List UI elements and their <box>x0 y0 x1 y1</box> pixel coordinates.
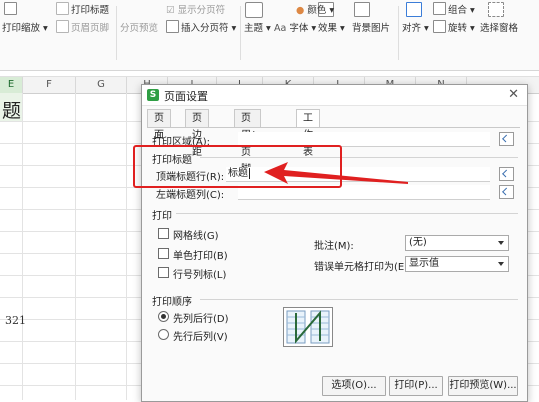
print-scale-icon <box>4 2 19 16</box>
down-then-over-label: 先列后行(D) <box>173 314 229 325</box>
selection-pane-icon <box>488 2 506 18</box>
dialog-title: 页面设置 <box>164 90 208 103</box>
cell-errors-select[interactable]: 显示值 <box>405 256 509 272</box>
over-then-down-label: 先行后列(V) <box>173 332 228 343</box>
options-button[interactable]: 选项(O)... <box>322 376 386 396</box>
print-section-label: 打印 <box>152 211 172 222</box>
page-order-section-label: 打印顺序 <box>152 297 192 308</box>
section-divider <box>200 299 518 300</box>
row-col-headers-label: 行号列标(L) <box>173 270 227 281</box>
dialog-title-bar: S 页面设置 ✕ <box>142 85 527 106</box>
cell-errors-label: 错误单元格打印为(E): <box>314 262 412 273</box>
effects-button[interactable]: 效果 ▾ <box>318 20 345 34</box>
background-image-button[interactable]: 背景图片 <box>352 20 390 34</box>
group-button[interactable]: 组合 ▾ <box>433 2 475 16</box>
color-button[interactable]: ● 颜色 ▾ <box>296 2 334 16</box>
value-cell-text: 321 <box>5 314 26 327</box>
background-image-icon <box>354 2 372 18</box>
column-header[interactable]: E <box>0 77 23 93</box>
align-icon <box>406 2 424 18</box>
chevron-down-icon <box>498 262 504 266</box>
print-scale-button[interactable]: 打印缩放 ▾ <box>2 20 48 34</box>
close-icon[interactable]: ✕ <box>508 87 519 102</box>
theme-button[interactable]: 主题 ▾ <box>244 20 271 34</box>
tab-page[interactable]: 页面 <box>147 109 171 141</box>
tab-sheet[interactable]: 工作表 <box>296 109 320 158</box>
mono-print-checkbox[interactable] <box>158 248 169 259</box>
rotate-icon <box>433 20 446 33</box>
page-setup-dialog: S 页面设置 ✕ 页面 页边距 页眉/页脚 工作表 打印区域(A): 打印标题 … <box>141 84 528 402</box>
print-titles-icon <box>56 2 69 15</box>
ribbon-divider <box>116 6 117 60</box>
print-titles-button[interactable]: 打印标题 <box>56 2 109 16</box>
theme-icon <box>245 2 265 19</box>
selection-pane-button[interactable]: 选择窗格 <box>480 20 518 34</box>
over-then-down-radio[interactable] <box>158 329 169 340</box>
insert-page-break-button[interactable]: 插入分页符 ▾ <box>166 20 236 34</box>
comments-value: (无) <box>409 237 427 248</box>
section-divider <box>176 213 518 214</box>
grid-line <box>22 93 23 400</box>
header-footer-button[interactable]: 页眉页脚 <box>56 20 109 34</box>
font-button[interactable]: Aa 字体 ▾ <box>274 20 316 34</box>
wps-logo-icon: S <box>147 89 159 101</box>
header-footer-icon <box>56 20 69 33</box>
insert-page-break-icon <box>166 20 179 33</box>
top-rows-picker-icon[interactable] <box>499 167 514 181</box>
tab-underline <box>147 127 520 128</box>
group-icon <box>433 2 446 15</box>
left-cols-picker-icon[interactable] <box>499 185 514 199</box>
cell-errors-value: 显示值 <box>409 258 439 269</box>
gridlines-checkbox[interactable] <box>158 228 169 239</box>
gridlines-label: 网格线(G) <box>173 231 219 242</box>
row-col-headers-checkbox[interactable] <box>158 267 169 278</box>
column-header[interactable]: G <box>76 77 127 93</box>
page-break-preview-button[interactable]: 分页预览 <box>120 20 158 34</box>
title-cell-text: 题 <box>2 100 22 122</box>
grid-line <box>126 93 127 400</box>
grid-line <box>75 93 76 400</box>
print-preview-button[interactable]: 打印预览(W)... <box>448 376 518 396</box>
ribbon-divider <box>398 6 399 60</box>
comments-select[interactable]: (无) <box>405 235 509 251</box>
print-button[interactable]: 打印(P)... <box>389 376 443 396</box>
column-header[interactable]: F <box>23 77 76 93</box>
mono-print-label: 单色打印(B) <box>173 251 228 262</box>
tab-margins[interactable]: 页边距 <box>185 109 209 158</box>
left-cols-label: 左端标题列(C): <box>156 190 225 201</box>
ribbon-divider <box>240 6 241 60</box>
ribbon-toolbar: 打印缩放 ▾ 打印标题 页眉页脚 分页预览 ☑ 显示分页符 插入分页符 ▾ 主题… <box>0 0 539 71</box>
pointer-arrow-icon <box>264 162 408 184</box>
down-then-over-radio[interactable] <box>158 311 169 322</box>
print-area-picker-icon[interactable] <box>499 132 514 146</box>
page-order-preview-icon <box>283 307 333 347</box>
tab-header-footer[interactable]: 页眉/页脚 <box>234 109 262 175</box>
comments-label: 批注(M): <box>314 241 354 252</box>
align-button[interactable]: 对齐 ▾ <box>402 20 429 34</box>
rotate-button[interactable]: 旋转 ▾ <box>433 20 475 34</box>
show-page-breaks-checkbox[interactable]: ☑ 显示分页符 <box>166 2 225 16</box>
chevron-down-icon <box>498 241 504 245</box>
